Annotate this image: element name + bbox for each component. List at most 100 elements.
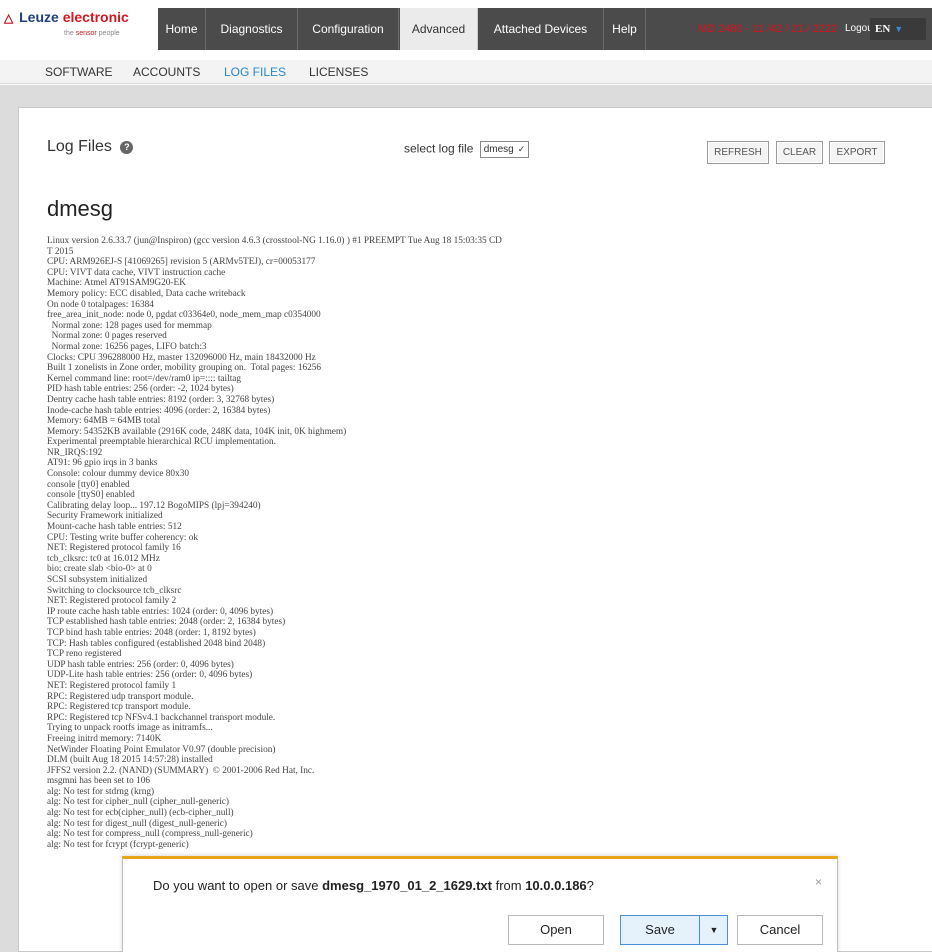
save-button-label: Save bbox=[645, 922, 675, 937]
log-line: Normal zone: 16256 pages, LIFO batch:3 bbox=[47, 341, 207, 352]
download-dialog: Do you want to open or save dmesg_1970_0… bbox=[122, 856, 838, 952]
log-line: Machine: Atmel AT91SAM9G20-EK bbox=[47, 278, 186, 289]
log-file-select[interactable]: dmesg ✓ bbox=[479, 141, 530, 158]
log-line: RPC: Registered tcp transport module. bbox=[47, 702, 191, 713]
page-title-row: Log Files ? bbox=[47, 138, 134, 156]
log-line: Clocks: CPU 396288000 Hz, master 1320960… bbox=[47, 352, 316, 363]
log-line: AT91: 96 gpio irqs in 3 banks bbox=[47, 458, 158, 469]
log-line: Normal zone: 128 pages used for memmap bbox=[47, 320, 212, 331]
log-line: Freeing initrd memory: 7140K bbox=[47, 733, 162, 744]
log-line: TCP established hash table entries: 2048… bbox=[47, 617, 286, 628]
log-line: Trying to unpack rootfs image as initram… bbox=[47, 723, 213, 734]
subnav-log-files[interactable]: LOG FILES bbox=[224, 60, 286, 84]
logo-brand-first: Leuze bbox=[19, 9, 59, 25]
log-line: tcb_clksrc: tc0 at 16.012 MHz bbox=[47, 553, 160, 564]
log-line: CPU: VIVT data cache, VIVT instruction c… bbox=[47, 267, 226, 278]
chevron-down-icon: ▼ bbox=[709, 925, 719, 935]
close-icon[interactable]: × bbox=[815, 875, 822, 889]
log-heading: dmesg bbox=[47, 196, 114, 221]
clear-button[interactable]: CLEAR bbox=[776, 141, 823, 164]
log-line: Experimental preemptable hierarchical RC… bbox=[47, 437, 276, 448]
logo-tagline-highlight: sensor bbox=[75, 30, 97, 37]
subnav-licenses[interactable]: LICENSES bbox=[309, 60, 368, 84]
log-line: Dentry cache hash table entries: 8192 (o… bbox=[47, 394, 275, 405]
log-file-select-row: select log file dmesg ✓ bbox=[404, 141, 530, 158]
log-line: SCSI subsystem initialized bbox=[47, 575, 148, 585]
download-filename: dmesg_1970_01_2_1629.txt bbox=[322, 878, 492, 893]
log-line: NET: Registered protocol family 1 bbox=[47, 680, 177, 691]
download-message: Do you want to open or save dmesg_1970_0… bbox=[153, 878, 594, 893]
log-line: NR_IRQS:192 bbox=[47, 447, 103, 458]
device-id: MD 2480 - 11 /42 / 21 / 2222 bbox=[698, 23, 838, 35]
log-line: bio: create slab <bio-0> at 0 bbox=[47, 564, 152, 575]
log-line: Mount-cache hash table entries: 512 bbox=[47, 522, 182, 533]
log-line: Memory: 64MB = 64MB total bbox=[47, 416, 161, 427]
logo-brand-second: electronic bbox=[62, 9, 129, 25]
logo-tagline-after: people bbox=[98, 30, 120, 37]
nav-help[interactable]: Help bbox=[604, 8, 646, 50]
log-line: Memory policy: ECC disabled, Data cache … bbox=[47, 288, 246, 299]
log-line: console [tty0] enabled bbox=[47, 479, 130, 490]
chevron-down-icon: ▼ bbox=[894, 24, 904, 34]
log-line: msgmni has been set to 106 bbox=[47, 776, 151, 787]
log-line: alg: No test for fcrypt (fcrypt-generic) bbox=[47, 839, 189, 850]
log-line: alg: No test for stdrng (krng) bbox=[47, 786, 155, 797]
log-line: Calibrating delay loop... 197.12 BogoMIP… bbox=[47, 500, 261, 511]
log-line: RPC: Registered tcp NFSv4.1 backchannel … bbox=[47, 712, 276, 723]
top-header: △ Leuze electronic the sensor people Hom… bbox=[0, 0, 932, 60]
log-line: DLM (built Aug 18 2015 14:57:28) install… bbox=[47, 755, 213, 766]
log-line: free_area_init_node: node 0, pgdat c0336… bbox=[47, 310, 321, 321]
log-line: PID hash table entries: 256 (order: -2, … bbox=[47, 384, 234, 395]
log-line: RPC: Registered udp transport module. bbox=[47, 691, 194, 702]
logo-tagline-before: the bbox=[64, 30, 74, 37]
log-files-panel: Log Files ? select log file dmesg ✓ REFRE… bbox=[18, 107, 932, 952]
log-line: Memory: 54352KB available (2916K code, 2… bbox=[47, 426, 347, 437]
subnav-software[interactable]: SOFTWARE bbox=[45, 60, 113, 84]
main-area: Log Files ? select log file dmesg ✓ REFRE… bbox=[0, 85, 932, 952]
log-line: Normal zone: 0 pages reserved bbox=[47, 331, 167, 342]
log-line: IP route cache hash table entries: 1024 … bbox=[47, 606, 274, 617]
language-label: EN bbox=[875, 23, 891, 35]
export-button[interactable]: EXPORT bbox=[829, 141, 885, 164]
log-line: alg: No test for cipher_null (cipher_nul… bbox=[47, 797, 229, 808]
log-content: Linux version 2.6.33.7 (jun@Inspiron) (g… bbox=[47, 236, 927, 850]
subnav-accounts[interactable]: ACCOUNTS bbox=[133, 60, 200, 84]
main-nav: Home Diagnostics Configuration Advanced … bbox=[158, 8, 932, 50]
log-file-select-value: dmesg bbox=[483, 144, 514, 155]
nav-advanced[interactable]: Advanced bbox=[400, 8, 478, 50]
brand-logo[interactable]: △ Leuze electronic the sensor people bbox=[0, 0, 158, 48]
chevron-down-icon: ✓ bbox=[517, 144, 526, 154]
nav-diagnostics[interactable]: Diagnostics bbox=[206, 8, 298, 50]
log-line: NET: Registered protocol family 16 bbox=[47, 543, 181, 554]
log-line: alg: No test for compress_null (compress… bbox=[47, 829, 253, 840]
log-line: JFFS2 version 2.2. (NAND) (SUMMARY) © 20… bbox=[47, 765, 315, 776]
save-button[interactable]: Save ▼ bbox=[620, 915, 792, 945]
nav-attached-devices[interactable]: Attached Devices bbox=[478, 8, 604, 50]
log-line: UDP hash table entries: 256 (order: 0, 4… bbox=[47, 659, 234, 670]
log-line: Console: colour dummy device 80x30 bbox=[47, 469, 190, 480]
logo-tagline: the sensor people bbox=[64, 30, 120, 37]
log-line: NET: Registered protocol family 2 bbox=[47, 596, 177, 607]
log-line: Switching to clocksource tcb_clksrc bbox=[47, 585, 182, 596]
log-line: alg: No test for ecb(cipher_null) (ecb-c… bbox=[47, 808, 234, 819]
log-line: Linux version 2.6.33.7 (jun@Inspiron) (g… bbox=[47, 236, 502, 246]
log-line: Kernel command line: root=/dev/ram0 ip=:… bbox=[47, 373, 242, 384]
nav-home[interactable]: Home bbox=[158, 8, 206, 50]
log-line: Inode-cache hash table entries: 4096 (or… bbox=[47, 405, 271, 416]
save-options-dropdown[interactable]: ▼ bbox=[699, 916, 792, 945]
language-selector[interactable]: EN ▼ bbox=[870, 18, 926, 40]
help-icon[interactable]: ? bbox=[120, 141, 134, 154]
select-log-file-label: select log file bbox=[404, 141, 474, 156]
log-line: NetWinder Floating Point Emulator V0.97 … bbox=[47, 744, 276, 755]
log-line: TCP bind hash table entries: 2048 (order… bbox=[47, 627, 256, 638]
logo-wordmark: △ Leuze electronic bbox=[4, 9, 129, 25]
log-line: On node 0 totalpages: 16384 bbox=[47, 299, 154, 310]
nav-configuration[interactable]: Configuration bbox=[298, 8, 399, 50]
log-line: T 2015 bbox=[47, 246, 74, 257]
open-button[interactable]: Open bbox=[508, 915, 604, 945]
download-host: 10.0.0.186 bbox=[525, 878, 587, 893]
refresh-button[interactable]: REFRESH bbox=[707, 141, 769, 164]
cancel-button[interactable]: Cancel bbox=[737, 915, 823, 945]
log-line: CPU: ARM926EJ-S [41069265] revision 5 (A… bbox=[47, 257, 316, 268]
sub-nav: SOFTWARE ACCOUNTS LOG FILES LICENSES bbox=[0, 60, 932, 84]
